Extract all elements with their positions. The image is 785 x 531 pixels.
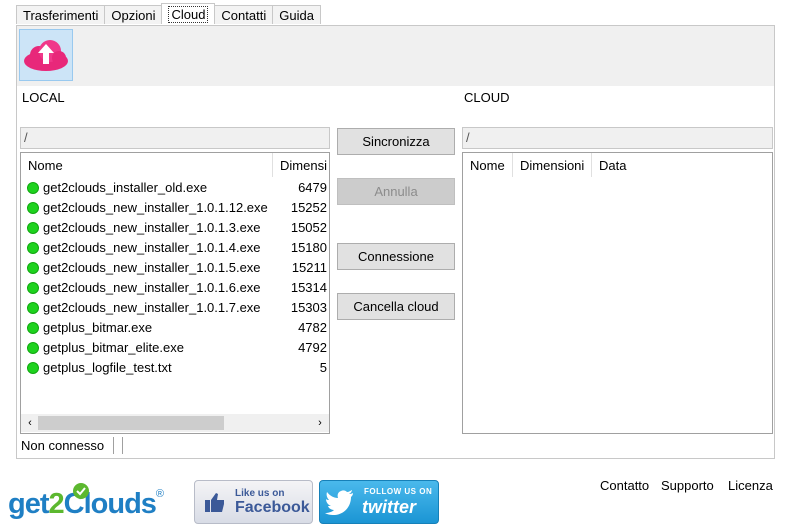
tab-trasferimenti[interactable]: Trasferimenti <box>16 5 106 24</box>
twitter-bird-icon <box>325 490 353 515</box>
facebook-big-text: Facebook <box>235 499 310 516</box>
scroll-left-icon[interactable]: ‹ <box>24 416 36 430</box>
file-name: getplus_logfile_test.txt <box>43 360 172 375</box>
list-item[interactable]: get2clouds_new_installer_1.0.1.6.exe 1531… <box>27 278 327 298</box>
file-size: 15052 <box>290 220 327 235</box>
file-name: get2clouds_new_installer_1.0.1.6.exe <box>43 280 261 295</box>
supporto-link[interactable]: Supporto <box>661 478 714 493</box>
local-title: LOCAL <box>22 90 65 105</box>
cloud-file-list[interactable]: Nome Dimensioni Data <box>462 152 773 434</box>
connect-button[interactable]: Connessione <box>337 243 455 270</box>
facebook-like-button[interactable]: Like us on Facebook <box>194 480 313 524</box>
tab-opzioni[interactable]: Opzioni <box>104 5 163 24</box>
status-ok-icon <box>27 222 39 234</box>
tab-guida[interactable]: Guida <box>272 5 321 24</box>
scrollbar-thumb[interactable] <box>38 416 224 430</box>
file-size: 5 <box>319 360 327 375</box>
file-size: 15314 <box>290 280 327 295</box>
status-ok-icon <box>27 282 39 294</box>
file-name: get2clouds_new_installer_1.0.1.7.exe <box>43 300 261 315</box>
licenza-link[interactable]: Licenza <box>728 478 773 493</box>
file-name: get2clouds_installer_old.exe <box>43 180 208 195</box>
column-header-nome[interactable]: Nome <box>463 153 513 177</box>
tab-cloud[interactable]: Cloud <box>161 3 216 24</box>
list-item[interactable]: get2clouds_new_installer_1.0.1.12.exe 152… <box>27 198 327 218</box>
twitter-small-text: FOLLOW US ON <box>364 487 433 496</box>
cloud-upload-icon <box>24 40 68 71</box>
file-name: get2clouds_new_installer_1.0.1.3.exe <box>43 220 261 235</box>
cloud-upload-button[interactable] <box>19 29 73 81</box>
column-header-nome[interactable]: Nome <box>21 153 273 177</box>
logo-registered: ® <box>155 488 165 500</box>
status-ok-icon <box>27 342 39 354</box>
status-ok-icon <box>27 242 39 254</box>
logo-text-get: get <box>8 488 49 520</box>
cloud-title: CLOUD <box>464 90 510 105</box>
connection-status: Non connesso <box>21 438 105 453</box>
file-size: 15303 <box>290 300 327 315</box>
delete-cloud-button[interactable]: Cancella cloud <box>337 293 455 320</box>
cloud-list-header: Nome Dimensioni Data <box>463 153 652 177</box>
twitter-big-text: twitter <box>362 497 416 517</box>
tab-bar: Trasferimenti Opzioni Cloud Contatti Gui… <box>16 3 321 25</box>
file-name: getplus_bitmar_elite.exe <box>43 340 184 355</box>
list-item[interactable]: getplus_bitmar.exe 4782 <box>27 318 327 338</box>
tab-contatti[interactable]: Contatti <box>214 5 274 24</box>
logo-text-2: 2 <box>48 488 65 520</box>
list-item[interactable]: get2clouds_installer_old.exe 6479 <box>27 178 327 198</box>
status-ok-icon <box>27 362 39 374</box>
status-divider <box>122 437 123 454</box>
status-ok-icon <box>27 202 39 214</box>
local-file-list[interactable]: Nome Dimensi get2clouds_installer_old.ex… <box>20 152 330 434</box>
column-header-data[interactable]: Data <box>592 153 652 177</box>
tab-cloud-label: Cloud <box>168 6 209 23</box>
file-size: 15180 <box>290 240 327 255</box>
column-header-dimensioni[interactable]: Dimensioni <box>513 153 592 177</box>
scroll-right-icon[interactable]: › <box>314 416 326 430</box>
list-item[interactable]: get2clouds_new_installer_1.0.1.4.exe 1518… <box>27 238 327 258</box>
file-name: get2clouds_new_installer_1.0.1.12.exe <box>43 200 268 215</box>
status-ok-icon <box>27 262 39 274</box>
cloud-path-field[interactable]: / <box>462 127 773 149</box>
list-item[interactable]: get2clouds_new_installer_1.0.1.5.exe 1521… <box>27 258 327 278</box>
local-list-header: Nome Dimensi <box>21 153 329 177</box>
local-path-field[interactable]: / <box>20 127 330 149</box>
file-size: 4792 <box>298 340 327 355</box>
list-item[interactable]: get2clouds_new_installer_1.0.1.3.exe 1505… <box>27 218 327 238</box>
thumbs-up-icon <box>205 493 224 512</box>
status-divider <box>113 437 114 454</box>
facebook-small-text: Like us on <box>235 488 285 499</box>
file-size: 15252 <box>290 200 327 215</box>
file-name: getplus_bitmar.exe <box>43 320 153 335</box>
status-ok-icon <box>27 322 39 334</box>
list-item[interactable]: getplus_bitmar_elite.exe 4792 <box>27 338 327 358</box>
toolstrip <box>17 26 774 86</box>
cancel-button[interactable]: Annulla <box>337 178 455 205</box>
twitter-follow-button[interactable]: FOLLOW US ON twitter <box>319 480 439 524</box>
check-badge-icon <box>73 483 89 499</box>
file-name: get2clouds_new_installer_1.0.1.4.exe <box>43 240 261 255</box>
file-size: 6479 <box>298 180 327 195</box>
file-size: 4782 <box>298 320 327 335</box>
sync-button[interactable]: Sincronizza <box>337 128 455 155</box>
file-size: 15211 <box>291 260 327 275</box>
list-item[interactable]: get2clouds_new_installer_1.0.1.7.exe 1530… <box>27 298 327 318</box>
file-name: get2clouds_new_installer_1.0.1.5.exe <box>43 260 261 275</box>
status-ok-icon <box>27 302 39 314</box>
list-item[interactable]: getplus_logfile_test.txt 5 <box>27 358 327 378</box>
contatto-link[interactable]: Contatto <box>600 478 649 493</box>
status-ok-icon <box>27 182 39 194</box>
column-header-dimensioni[interactable]: Dimensi <box>273 153 329 177</box>
